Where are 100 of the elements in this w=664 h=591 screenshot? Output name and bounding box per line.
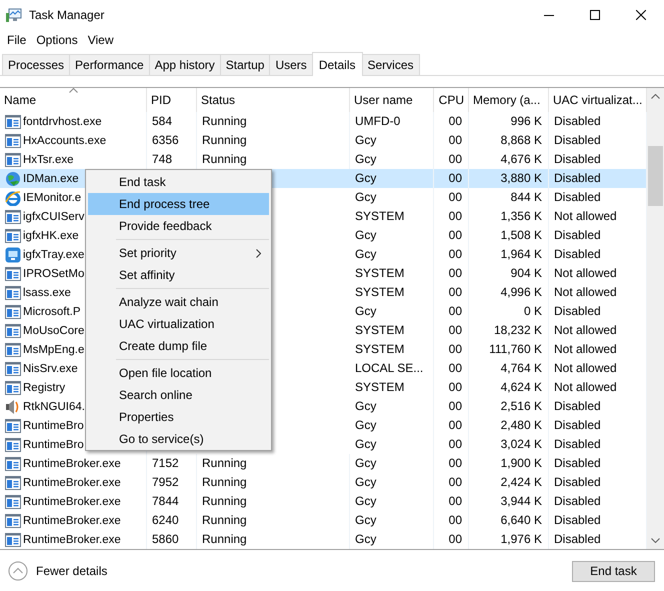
column-header[interactable]: Status (197, 88, 350, 112)
table-cell: Gcy (350, 511, 434, 530)
scrollbar[interactable] (647, 88, 664, 549)
table-cell: 7844 (147, 492, 197, 511)
window-icon (5, 134, 21, 148)
close-icon (636, 10, 646, 20)
table-cell: Running (197, 112, 350, 131)
table-row[interactable]: HxAccounts.exe 6356 Running Gcy 00 8,868 K Disabled (0, 131, 647, 150)
table-cell: lsass.exe (23, 286, 71, 298)
column-header[interactable]: Name (0, 88, 147, 112)
table-cell: 584 (147, 112, 197, 131)
window-icon (5, 152, 21, 166)
tab[interactable]: Processes (2, 54, 70, 75)
table-cell: MoUsoCore (23, 324, 84, 336)
table-cell: Running (197, 530, 350, 549)
table-cell: 996 K (469, 112, 549, 131)
table-cell: igfxHK.exe (23, 230, 79, 242)
window-icon (5, 418, 21, 432)
fewer-details-link[interactable]: Fewer details (36, 564, 108, 578)
table-cell: SYSTEM (350, 207, 434, 226)
table-row[interactable]: RuntimeBroker.exe 6240 Running Gcy 00 6,640 K Disabled (0, 511, 647, 530)
table-cell: SYSTEM (350, 283, 434, 302)
table-cell: igfxTray.exe (23, 248, 84, 260)
tab[interactable]: App history (148, 54, 221, 75)
table-cell: 18,232 K (469, 321, 549, 340)
table-cell: RuntimeBro (23, 420, 84, 432)
maximize-icon (590, 10, 600, 20)
menu-item[interactable]: View (84, 33, 118, 47)
browser-icon (5, 190, 21, 206)
table-cell: Running (197, 473, 350, 492)
table-cell: LOCAL SE... (350, 359, 434, 378)
monitor-icon (5, 246, 21, 262)
column-header[interactable]: Memory (a... (469, 88, 549, 112)
tab[interactable]: Performance (69, 54, 150, 75)
menu-item[interactable]: Set priority (88, 242, 269, 264)
table-row[interactable]: RuntimeBroker.exe 7152 Running Gcy 00 1,900 K Disabled (0, 454, 647, 473)
column-header[interactable]: CPU (434, 88, 469, 112)
table-cell: Gcy (350, 245, 434, 264)
table-cell: 3,880 K (469, 169, 549, 188)
speaker-icon (5, 398, 21, 414)
chevron-up-circle-icon[interactable] (8, 561, 28, 581)
tab[interactable]: Startup (220, 54, 270, 75)
end-task-button[interactable]: End task (572, 560, 655, 582)
scroll-thumb[interactable] (648, 146, 663, 206)
table-row[interactable]: RuntimeBroker.exe 7952 Running Gcy 00 2,424 K Disabled (0, 473, 647, 492)
table-cell: 4,624 K (469, 378, 549, 397)
table-cell: 1,508 K (469, 226, 549, 245)
table-cell: 00 (434, 397, 469, 416)
table-cell: 111,760 K (469, 340, 549, 359)
window-icon (5, 494, 21, 508)
table-cell: 2,516 K (469, 397, 549, 416)
menu-item[interactable]: File (3, 33, 30, 47)
window-title: Task Manager (29, 8, 106, 22)
table-cell: Registry (23, 382, 66, 394)
table-cell: 00 (434, 321, 469, 340)
table-cell: 904 K (469, 264, 549, 283)
table-cell: 00 (434, 416, 469, 435)
table-cell: 844 K (469, 188, 549, 207)
table-cell: 7952 (147, 473, 197, 492)
table-cell: Gcy (350, 492, 434, 511)
table-cell: IPROSetMo (23, 268, 84, 280)
column-header[interactable]: PID (147, 88, 197, 112)
window-icon (5, 514, 21, 528)
window-icon (5, 532, 21, 546)
window-icon (5, 476, 21, 490)
table-cell: SYSTEM (350, 378, 434, 397)
scroll-down-icon[interactable] (651, 538, 660, 543)
table-cell: IEMonitor.e (23, 192, 82, 204)
table-cell: 4,764 K (469, 359, 549, 378)
table-cell: RuntimeBroker.exe (23, 496, 121, 508)
table-cell: Gcy (350, 188, 434, 207)
menu-item[interactable]: Options (32, 33, 82, 47)
table-cell: 1,900 K (469, 454, 549, 473)
table-cell: 00 (434, 511, 469, 530)
window-icon (5, 362, 21, 376)
scroll-up-icon[interactable] (651, 94, 660, 99)
column-header[interactable]: User name (350, 88, 434, 112)
table-cell: SYSTEM (350, 340, 434, 359)
tab[interactable]: Users (269, 54, 313, 75)
table-cell: Running (197, 454, 350, 473)
menu-item[interactable]: End process tree (88, 193, 269, 215)
menu-item[interactable]: Set affinity (88, 264, 269, 286)
sort-icon (69, 88, 78, 93)
table-row[interactable]: RuntimeBroker.exe 5860 Running Gcy 00 1,976 K Disabled (0, 530, 647, 549)
table-cell: 00 (434, 435, 469, 454)
table-cell: 6,640 K (469, 511, 549, 530)
table-cell: MsMpEng.e (23, 344, 84, 356)
tab[interactable]: Services (362, 54, 420, 75)
table-row[interactable]: fontdrvhost.exe 584 Running UMFD-0 00 996 K Disabled (0, 112, 647, 131)
table-cell: 00 (434, 302, 469, 321)
chevron-right-icon (256, 249, 261, 258)
window-icon (5, 228, 21, 242)
tab[interactable]: Details (312, 52, 362, 76)
window-icon (5, 266, 21, 280)
table-row[interactable]: RuntimeBroker.exe 7844 Running Gcy 00 3,944 K Disabled (0, 492, 647, 511)
table-cell: Gcy (350, 530, 434, 549)
table-cell: HxAccounts.exe (23, 134, 106, 146)
table-cell: RuntimeBroker.exe (23, 476, 121, 488)
table-cell: igfxCUIServ (23, 210, 84, 222)
table-cell: 00 (434, 207, 469, 226)
